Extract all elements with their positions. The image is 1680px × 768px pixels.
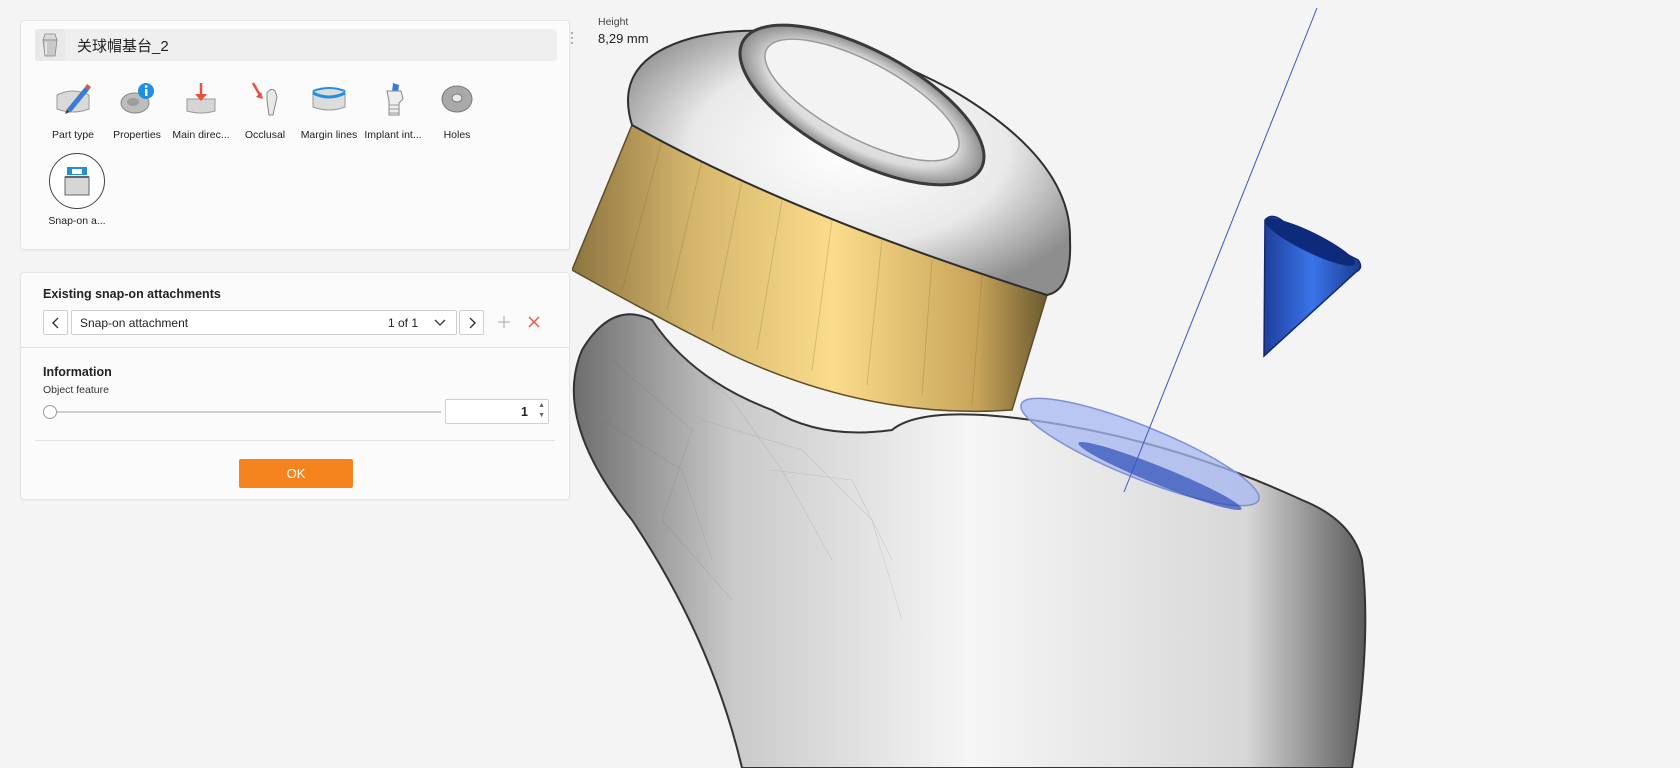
information-heading: Information bbox=[43, 365, 112, 379]
margin-lines-icon bbox=[307, 77, 351, 121]
tool-label: Occlusal bbox=[244, 129, 286, 141]
spin-up-icon[interactable]: ▲ bbox=[538, 402, 545, 410]
attachment-select-value: Snap-on attachment bbox=[80, 315, 189, 330]
workflow-toolbar: Part type Properties Main direc... Occlu… bbox=[41, 77, 489, 141]
tool-occlusal[interactable]: Occlusal bbox=[233, 77, 297, 141]
chevron-right-icon bbox=[469, 317, 476, 328]
height-label: Height bbox=[598, 16, 629, 28]
part-type-icon bbox=[51, 77, 95, 121]
snap-on-attachment-icon bbox=[49, 153, 105, 209]
object-feature-value: 1 bbox=[521, 404, 528, 419]
ok-button[interactable]: OK bbox=[239, 459, 353, 488]
delete-attachment-button[interactable] bbox=[525, 313, 543, 331]
divider bbox=[35, 440, 555, 441]
previous-button[interactable] bbox=[43, 310, 68, 335]
tool-label: Part type bbox=[51, 129, 95, 141]
object-feature-input[interactable]: 1 ▲ ▼ bbox=[445, 399, 549, 424]
part-panel: 关球帽基台_2 Part type Properties Main direc.… bbox=[20, 20, 570, 250]
spin-down-icon[interactable]: ▼ bbox=[538, 412, 545, 420]
holes-icon bbox=[435, 77, 479, 121]
tool-implant-interface[interactable]: Implant int... bbox=[361, 77, 425, 141]
main-direction-icon bbox=[179, 77, 223, 121]
attachment-count: 1 of 1 bbox=[387, 315, 418, 330]
tool-label: Snap-on a... bbox=[48, 215, 106, 227]
3d-viewport[interactable] bbox=[571, 0, 1680, 768]
height-value: 8,29 mm bbox=[598, 31, 649, 46]
abutment-thumbnail-icon[interactable] bbox=[35, 29, 65, 61]
part-title-bar: 关球帽基台_2 bbox=[35, 29, 557, 61]
tool-main-direction[interactable]: Main direc... bbox=[169, 77, 233, 141]
tool-label: Holes bbox=[443, 129, 471, 141]
tool-margin-lines[interactable]: Margin lines bbox=[297, 77, 361, 141]
tool-holes[interactable]: Holes bbox=[425, 77, 489, 141]
tool-label: Properties bbox=[113, 129, 161, 141]
attachment-panel: Existing snap-on attachments Snap-on att… bbox=[20, 272, 570, 500]
chevron-down-icon bbox=[430, 319, 450, 327]
add-attachment-button[interactable] bbox=[495, 313, 513, 331]
part-title: 关球帽基台_2 bbox=[77, 37, 169, 55]
attachments-heading: Existing snap-on attachments bbox=[43, 287, 221, 301]
object-feature-slider-thumb[interactable] bbox=[43, 405, 57, 419]
properties-icon bbox=[115, 77, 159, 121]
plus-icon bbox=[498, 316, 510, 328]
tool-label: Margin lines bbox=[300, 129, 358, 141]
divider bbox=[21, 347, 569, 348]
object-feature-label: Object feature bbox=[43, 384, 109, 396]
tool-properties[interactable]: Properties bbox=[105, 77, 169, 141]
implant-interface-icon bbox=[371, 77, 415, 121]
spin-arrows[interactable]: ▲ ▼ bbox=[538, 402, 545, 420]
tool-label: Implant int... bbox=[364, 129, 422, 141]
object-feature-slider-track[interactable] bbox=[49, 411, 441, 413]
attachment-select[interactable]: Snap-on attachment 1 of 1 bbox=[71, 310, 457, 335]
occlusal-icon bbox=[243, 77, 287, 121]
tool-label: Main direc... bbox=[172, 129, 230, 141]
dental-model-scene bbox=[571, 7, 1367, 768]
next-button[interactable] bbox=[459, 310, 484, 335]
close-icon bbox=[528, 316, 540, 328]
tool-snap-on-attachment[interactable]: Snap-on a... bbox=[45, 153, 109, 227]
tool-part-type[interactable]: Part type bbox=[41, 77, 105, 141]
chevron-left-icon bbox=[51, 317, 58, 328]
